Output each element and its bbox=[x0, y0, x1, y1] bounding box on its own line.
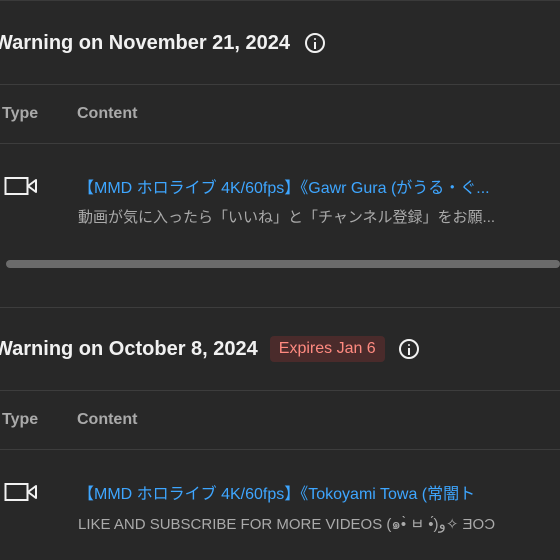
video-description: 動画が気に入ったら「いいね」と「チャンネル登録」をお願... bbox=[78, 209, 496, 226]
divider bbox=[0, 390, 560, 391]
column-header-content: Content bbox=[77, 411, 138, 428]
divider bbox=[0, 449, 560, 450]
column-header-content: Content bbox=[77, 105, 138, 122]
video-title-link[interactable]: 【MMD ホロライブ 4K/60fps】《Tokoyami Towa (常闇ト bbox=[78, 480, 475, 504]
expires-badge: Expires Jan 6 bbox=[269, 336, 385, 362]
warning-header: Warning on November 21, 2024 bbox=[0, 28, 326, 58]
warning-title: Warning on November 21, 2024 bbox=[0, 31, 291, 54]
divider bbox=[0, 143, 560, 144]
divider bbox=[0, 84, 560, 85]
video-icon bbox=[4, 483, 37, 501]
info-icon[interactable] bbox=[305, 33, 326, 53]
warning-title: Warning on October 8, 2024 bbox=[0, 337, 258, 360]
column-header-type: Type bbox=[2, 105, 39, 122]
top-divider bbox=[0, 0, 560, 1]
info-icon[interactable] bbox=[398, 339, 419, 359]
video-title-link[interactable]: 【MMD ホロライブ 4K/60fps】《Gawr Gura (がうる・ぐ... bbox=[78, 174, 490, 198]
video-icon bbox=[4, 177, 37, 195]
warning-header: Warning on October 8, 2024 Expires Jan 6 bbox=[0, 334, 419, 364]
horizontal-scrollbar[interactable] bbox=[6, 260, 560, 268]
divider bbox=[0, 307, 560, 308]
column-header-type: Type bbox=[2, 411, 39, 428]
video-description: LIKE AND SUBSCRIBE FOR MORE VIDEOS (๑•̀ … bbox=[78, 516, 496, 533]
